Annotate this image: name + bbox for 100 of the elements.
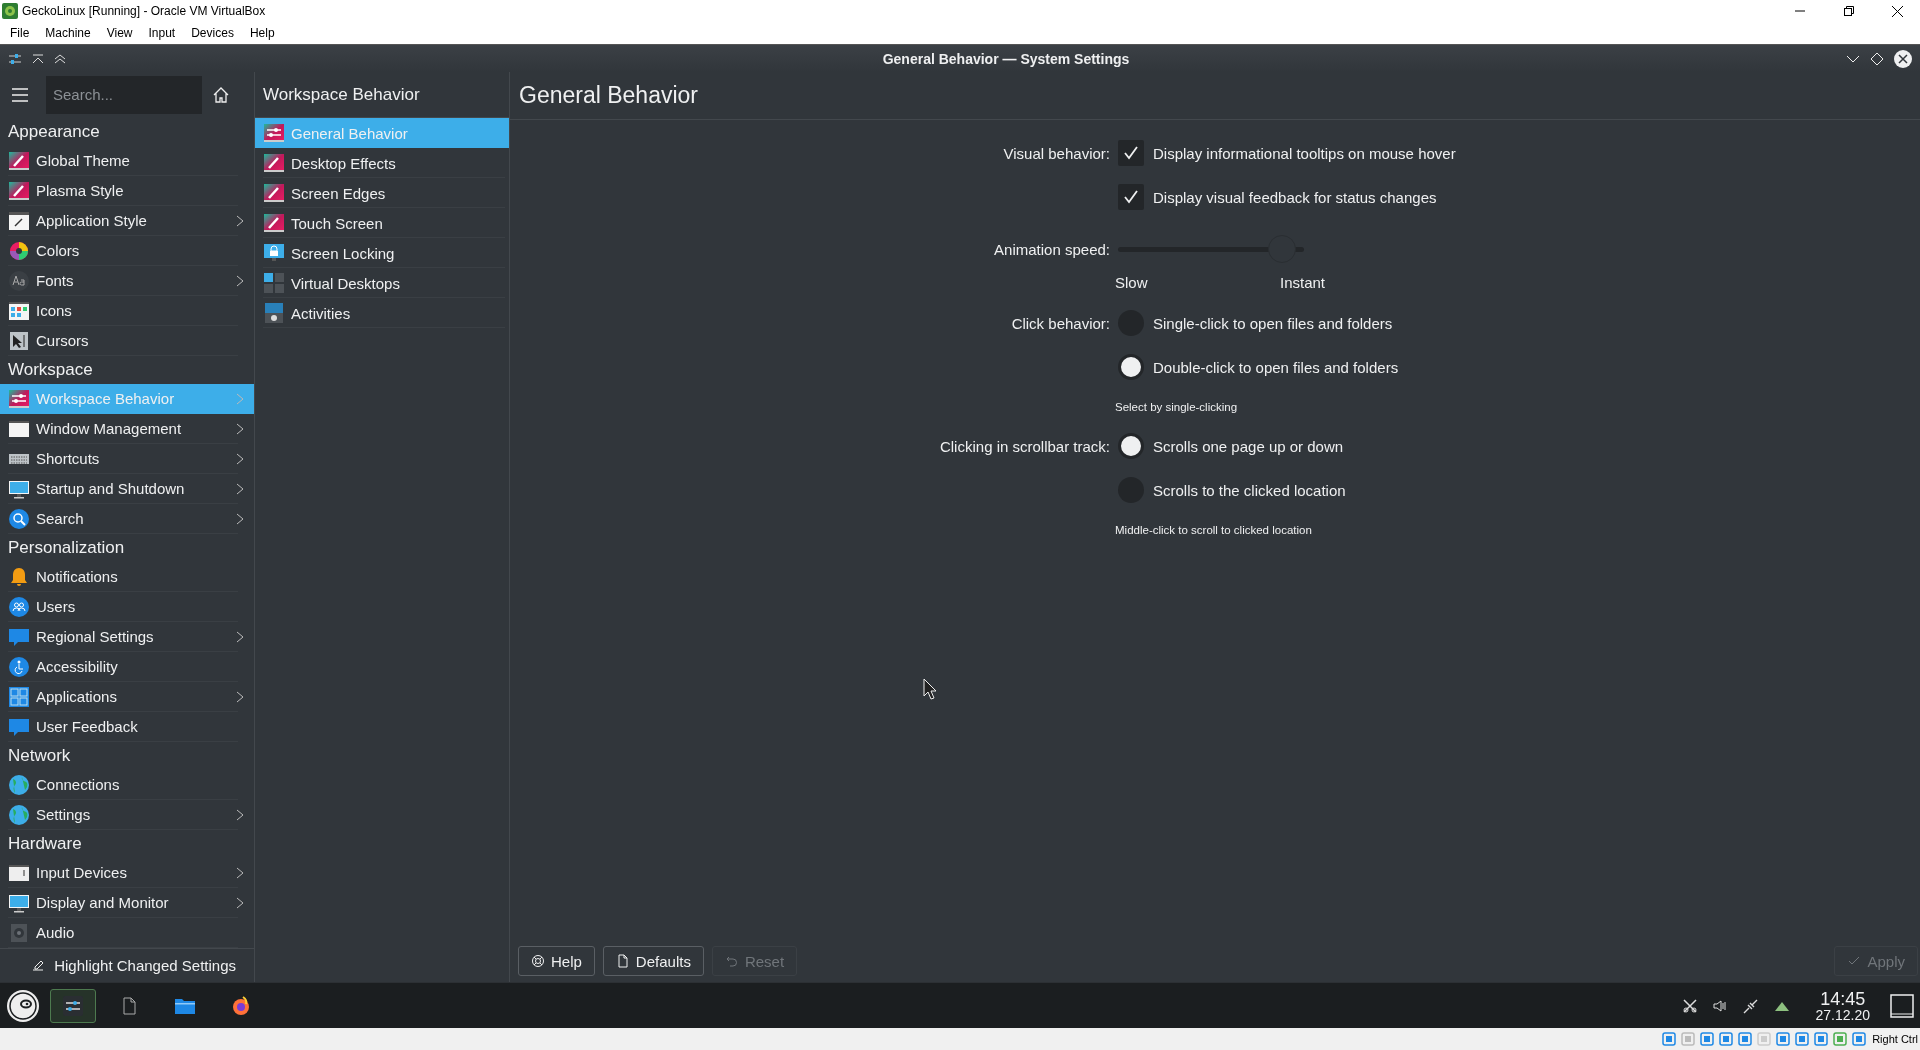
section-heading: Network: [7, 744, 72, 767]
start-menu-icon[interactable]: [6, 988, 40, 1023]
chevron-right-icon: [236, 630, 244, 643]
form-label: Clicking in scrollbar track:: [939, 437, 1110, 455]
subpanel-item[interactable]: Touch Screen: [255, 208, 509, 238]
radio-button[interactable]: [1118, 433, 1144, 459]
brush-tile-icon: [263, 182, 285, 204]
status-device-icon: [1661, 1031, 1678, 1047]
window-title: GeckoLinux [Running] - Oracle VM VirtualBox: [22, 4, 267, 18]
sidebar-item[interactable]: User Feedback: [0, 711, 254, 742]
pen-icon: [32, 959, 45, 972]
sidebar-item[interactable]: Cursors: [0, 325, 254, 356]
lock-monitor-icon: [263, 242, 285, 264]
menu-item[interactable]: Devices: [183, 26, 242, 40]
sidebar-item[interactable]: Applications: [0, 681, 254, 712]
desktops-icon: [263, 272, 285, 294]
subpanel-item[interactable]: Screen Edges: [255, 178, 509, 208]
item-label: Notifications: [36, 568, 119, 586]
menu-item[interactable]: Input: [140, 26, 184, 40]
status-device-icon: [1832, 1031, 1849, 1047]
home-icon[interactable]: [212, 85, 230, 104]
section-heading: Appearance: [7, 120, 101, 143]
brush-tile-icon: [8, 149, 30, 172]
browser-icon[interactable]: [230, 994, 252, 1017]
sidebar-item[interactable]: Settings: [0, 799, 254, 830]
chevron-right-icon: [236, 896, 244, 909]
subpanel-item[interactable]: Screen Locking: [255, 238, 509, 268]
close-button[interactable]: [1894, 49, 1912, 68]
sidebar-item[interactable]: Global Theme: [0, 145, 254, 176]
close-icon[interactable]: [1892, 5, 1903, 17]
footer-button[interactable]: Help: [518, 946, 595, 976]
sidebar-item[interactable]: Shortcuts: [0, 443, 254, 474]
restore-icon[interactable]: [1843, 6, 1854, 16]
sidebar-item[interactable]: Window Management: [0, 413, 254, 444]
sidebar-item[interactable]: Users: [0, 591, 254, 622]
checkbox[interactable]: [1118, 184, 1144, 210]
item-label: Touch Screen: [291, 214, 384, 232]
checkbox[interactable]: [1118, 140, 1144, 166]
footer-button[interactable]: Defaults: [602, 946, 704, 976]
sidebar-item[interactable]: Search: [0, 503, 254, 534]
volume-icon[interactable]: [1711, 997, 1728, 1014]
checkmark-icon: [1123, 145, 1139, 161]
show-desktop-icon[interactable]: [1890, 993, 1914, 1018]
app-grid-icon: [8, 685, 30, 708]
slider-tile-icon: [8, 387, 30, 410]
subpanel-item[interactable]: Activities: [255, 298, 509, 328]
users-icon: [8, 595, 30, 618]
radio-label: Scrolls one page up or down: [1153, 437, 1344, 455]
sliders-icon[interactable]: [62, 994, 84, 1017]
sidebar-item[interactable]: Colors: [0, 235, 254, 266]
task-button[interactable]: [50, 988, 96, 1023]
sliders-icon: [8, 52, 22, 65]
chevron-right-icon: [236, 690, 244, 703]
chevron-right-icon: [236, 808, 244, 821]
maximize-button[interactable]: [1870, 51, 1884, 66]
menu-item[interactable]: Help: [241, 26, 283, 40]
sidebar-item[interactable]: Connections: [0, 769, 254, 800]
status-device-icon: [1756, 1031, 1773, 1047]
status-device-icon: [1775, 1031, 1792, 1047]
subpanel-item[interactable]: Virtual Desktops: [255, 268, 509, 298]
sidebar-item[interactable]: Plasma Style: [0, 175, 254, 206]
sidebar-item[interactable]: Fonts: [0, 265, 254, 296]
item-label: Audio: [36, 924, 76, 942]
item-label: Regional Settings: [36, 628, 155, 646]
chevron-right-icon: [236, 214, 244, 227]
sidebar-item[interactable]: Input Devices: [0, 857, 254, 888]
menu-item[interactable]: File: [2, 26, 38, 40]
sidebar-item[interactable]: Application Style: [0, 205, 254, 236]
highlight-changed-toggle[interactable]: Highlight Changed Settings: [32, 956, 236, 974]
radio-button[interactable]: [1118, 354, 1144, 380]
item-label: Connections: [36, 776, 121, 794]
section-heading: Hardware: [7, 832, 83, 855]
item-label: Applications: [36, 688, 118, 706]
menu-icon[interactable]: [12, 87, 28, 102]
item-label: General Behavior: [291, 124, 409, 142]
speaker-icon: [8, 921, 30, 944]
subpanel-item[interactable]: Desktop Effects: [255, 148, 509, 178]
checkmark-icon: [1123, 189, 1139, 205]
sidebar-item[interactable]: Audio: [0, 917, 254, 948]
checkbox-label: Display informational tooltips on mouse hover: [1153, 144, 1456, 162]
item-label: Desktop Effects: [291, 154, 397, 172]
minimize-button[interactable]: [1846, 53, 1860, 64]
item-label: Screen Edges: [291, 184, 387, 202]
window-title: General Behavior — System Settings: [881, 50, 1131, 67]
undo-icon: [724, 954, 739, 968]
sidebar-item[interactable]: Icons: [0, 295, 254, 326]
keep-below-icon[interactable]: [32, 53, 44, 64]
sidebar-item[interactable]: Display and Monitor: [0, 887, 254, 918]
clock[interactable]: 14:45 27.12.20: [1815, 989, 1870, 1022]
search-field[interactable]: Search...: [46, 75, 202, 114]
menu-item[interactable]: View: [98, 26, 141, 40]
sidebar-item[interactable]: Accessibility: [0, 651, 254, 682]
brush-tile-icon: [263, 152, 285, 174]
item-label: Icons: [36, 302, 73, 320]
sidebar-item[interactable]: Startup and Shutdown: [0, 473, 254, 504]
clock-time: 14:45: [1820, 989, 1866, 1008]
keep-above-icon[interactable]: [54, 53, 66, 64]
menu-item[interactable]: Machine: [37, 26, 99, 40]
sidebar-item[interactable]: Notifications: [0, 561, 254, 592]
sidebar-item[interactable]: Regional Settings: [0, 621, 254, 652]
